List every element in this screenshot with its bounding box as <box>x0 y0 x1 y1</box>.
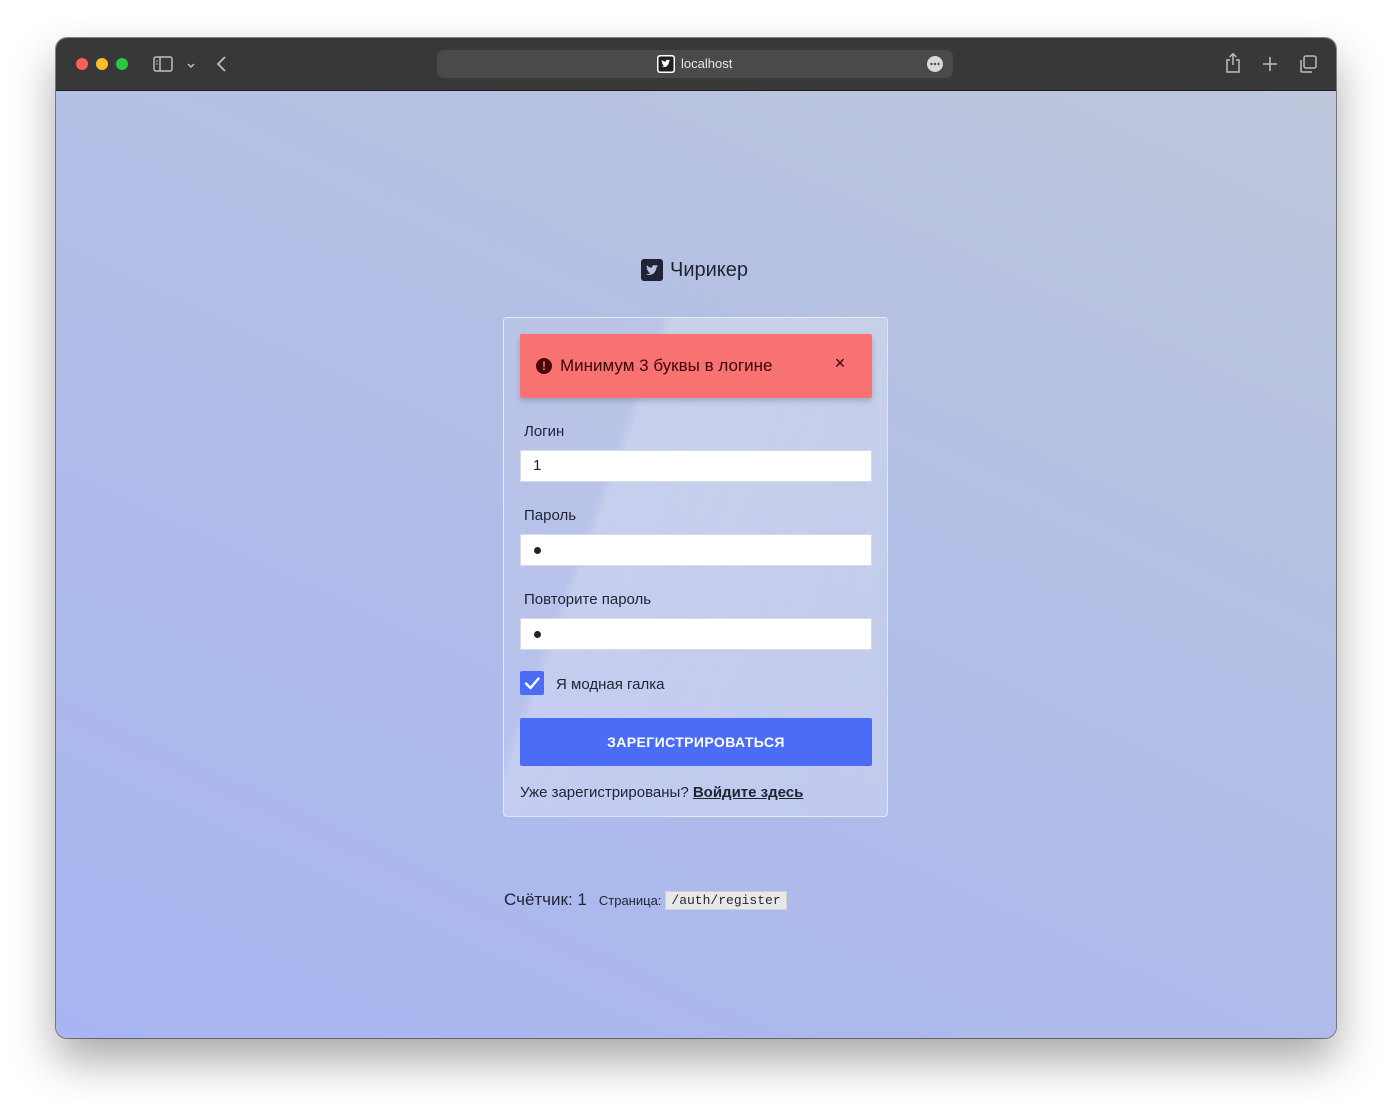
alert-message: Минимум 3 буквы в логине <box>560 356 773 375</box>
password-input[interactable] <box>520 534 872 566</box>
password-label: Пароль <box>524 507 577 524</box>
more-options-icon[interactable] <box>927 56 943 72</box>
login-value: 1 <box>533 457 542 474</box>
login-link[interactable]: Войдите здесь <box>693 784 804 801</box>
browser-toolbar: localhost <box>56 38 1336 91</box>
login-input[interactable]: 1 <box>520 450 872 482</box>
address-url: localhost <box>681 56 733 71</box>
register-button[interactable]: ЗАРЕГИСТРИРОВАТЬСЯ <box>520 718 872 766</box>
brand-header: Чирикер <box>641 258 748 282</box>
zoom-window-button[interactable] <box>116 58 128 70</box>
password-repeat-input[interactable] <box>520 618 872 650</box>
favicon-icon <box>657 55 675 73</box>
password-repeat-mask-dot <box>534 631 541 638</box>
page-label: Страница: <box>598 892 662 908</box>
already-registered-text: Уже зарегистрированы? <box>520 784 689 801</box>
debug-footer: Счётчик: 1 Страница: /auth/register <box>504 890 787 910</box>
chevron-down-icon[interactable] <box>186 58 196 76</box>
login-prompt: Уже зарегистрированы? Войдите здесь <box>520 784 803 801</box>
brand-name: Чирикер <box>670 258 749 281</box>
minimize-window-button[interactable] <box>96 58 108 70</box>
new-tab-icon[interactable] <box>1261 55 1279 78</box>
register-card: ! Минимум 3 буквы в логине × Логин 1 Пар… <box>503 317 888 817</box>
login-label: Логин <box>524 423 565 440</box>
close-window-button[interactable] <box>76 58 88 70</box>
checkbox-label: Я модная галка <box>556 676 665 693</box>
twitter-icon <box>641 259 663 281</box>
checkmark-icon <box>524 677 540 690</box>
sidebar-icon[interactable] <box>153 55 173 78</box>
close-alert-button[interactable]: × <box>830 353 850 373</box>
browser-window: localhost Чирикер ! Минимум 3 буквы в ло… <box>56 38 1336 1038</box>
share-icon[interactable] <box>1224 52 1242 79</box>
back-icon[interactable] <box>215 54 229 79</box>
counter-text: Счётчик: 1 <box>504 890 587 909</box>
page-content: Чирикер ! Минимум 3 буквы в логине × Лог… <box>56 91 1336 1038</box>
address-bar[interactable]: localhost <box>437 50 953 78</box>
password-repeat-label: Повторите пароль <box>524 591 652 608</box>
tabs-overview-icon[interactable] <box>1298 54 1318 79</box>
exclamation-icon: ! <box>536 358 552 374</box>
error-alert: ! Минимум 3 буквы в логине × <box>520 334 872 398</box>
fashion-checkbox[interactable] <box>520 671 544 695</box>
password-mask-dot <box>534 547 541 554</box>
page-path: /auth/register <box>665 890 787 910</box>
